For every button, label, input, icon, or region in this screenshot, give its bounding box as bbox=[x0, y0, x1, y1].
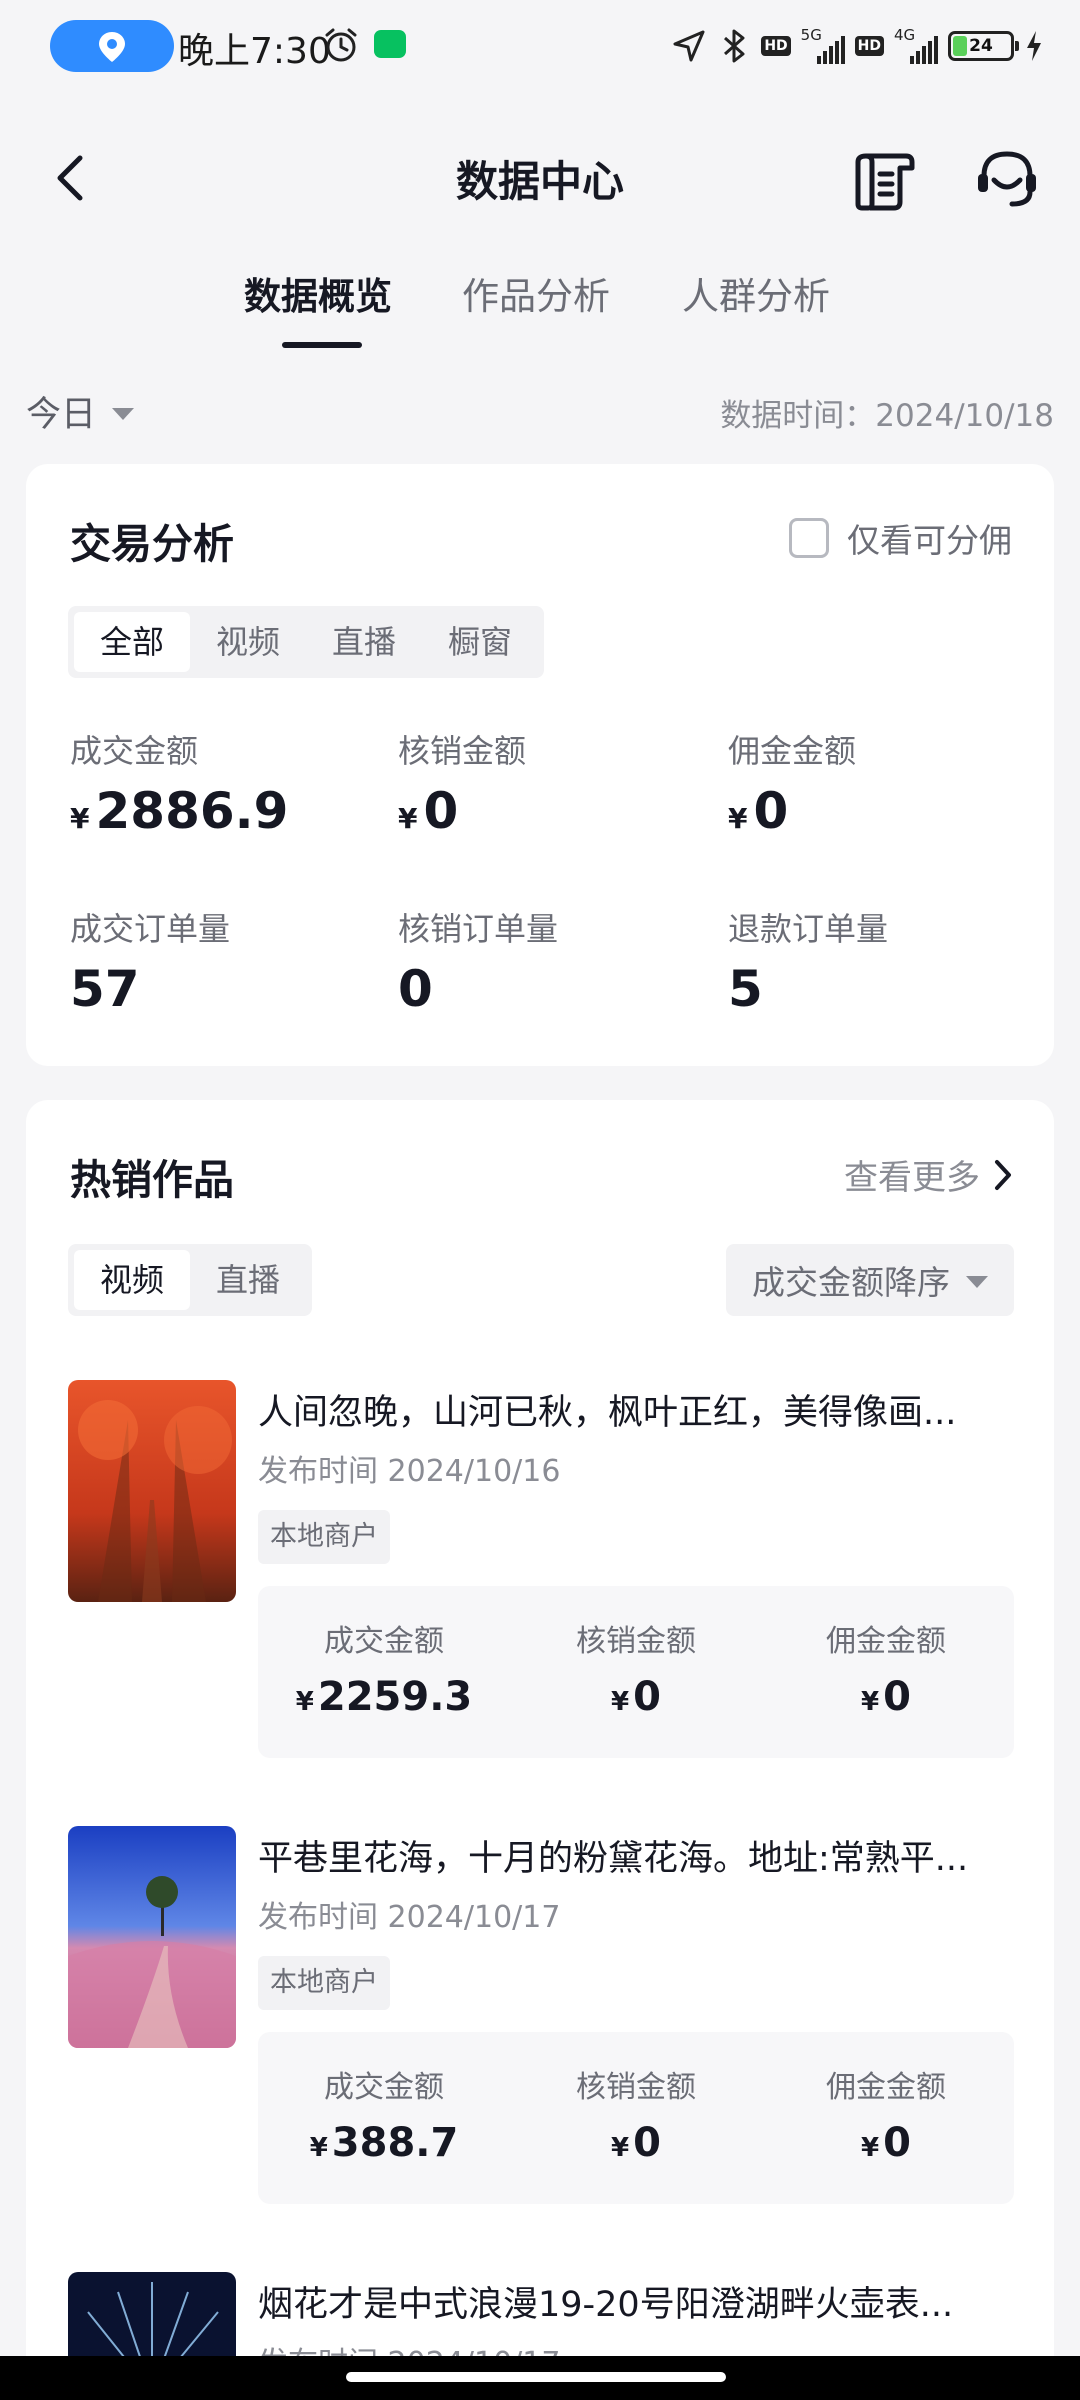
sort-label: 成交金额降序 bbox=[752, 1263, 950, 1302]
page-title: 数据中心 bbox=[455, 157, 624, 206]
location-pin-icon bbox=[99, 32, 125, 62]
wechat-icon bbox=[374, 30, 406, 58]
segment-video[interactable]: 视频 bbox=[190, 612, 306, 672]
segment-live[interactable]: 直播 bbox=[190, 1250, 306, 1310]
only-commission-label: 仅看可分佣 bbox=[847, 521, 1012, 560]
navigation-bar: 数据中心 bbox=[0, 130, 1080, 226]
segment-video[interactable]: 视频 bbox=[74, 1250, 191, 1310]
trade-analysis-card: 交易分析 仅看可分佣 全部 视频 直播 橱窗 成交金额 ¥2886.9 核销金额… bbox=[26, 464, 1054, 1066]
top-tabs: 数据概览 作品分析 人群分析 bbox=[0, 266, 1080, 356]
data-center-screen: 晚上7:30 HD 5G HD 4G 24 数据中心 数据概览 作品分析 人群分… bbox=[0, 0, 1080, 2400]
status-bar: 晚上7:30 HD 5G HD 4G 24 bbox=[0, 0, 1080, 92]
signal-5g-icon: 5G bbox=[801, 26, 845, 64]
scroll-list-icon[interactable] bbox=[852, 148, 916, 212]
maple-forest-thumbnail[interactable] bbox=[68, 1380, 236, 1602]
hd-badge-1: HD bbox=[761, 36, 791, 56]
stat-verified: 核销金额 ¥0 bbox=[576, 1624, 696, 1720]
work-title: 人间忽晚，山河已秋，枫叶正红，美得像画... bbox=[258, 1393, 957, 1433]
tab-audience-analysis[interactable]: 人群分析 bbox=[682, 266, 830, 320]
metric-verified-amount: 核销金额 ¥0 bbox=[398, 732, 527, 840]
charging-icon bbox=[1027, 31, 1041, 61]
stat-verified: 核销金额 ¥0 bbox=[576, 2070, 696, 2166]
status-indicators: HD 5G HD 4G 24 bbox=[671, 24, 1044, 68]
data-timestamp: 数据时间：2024/10/18 bbox=[720, 398, 1054, 434]
work-publish-date: 发布时间 2024/10/16 bbox=[258, 1454, 561, 1489]
chevron-down-icon bbox=[112, 407, 135, 420]
hot-works-title: 热销作品 bbox=[70, 1156, 234, 1204]
home-indicator[interactable] bbox=[346, 2372, 726, 2382]
work-tag: 本地商户 bbox=[258, 1510, 390, 1564]
stat-commission: 佣金金额 ¥0 bbox=[826, 1624, 946, 1720]
segment-all[interactable]: 全部 bbox=[74, 612, 191, 672]
bluetooth-icon bbox=[724, 29, 745, 63]
hot-works-segment: 视频 直播 bbox=[68, 1244, 313, 1316]
battery-level: 24 bbox=[969, 36, 993, 56]
period-dropdown[interactable]: 今日 bbox=[26, 386, 135, 437]
work-title: 烟花才是中式浪漫19-20号阳澄湖畔火壶表... bbox=[258, 2285, 954, 2325]
segment-live[interactable]: 直播 bbox=[306, 612, 422, 672]
location-indicator[interactable] bbox=[50, 20, 174, 72]
view-more-label: 查看更多 bbox=[844, 1158, 980, 1198]
tab-data-overview[interactable]: 数据概览 bbox=[244, 266, 392, 320]
work-stats: 成交金额 ¥388.7 核销金额 ¥0 佣金金额 ¥0 bbox=[258, 2032, 1014, 2204]
home-indicator-bar bbox=[0, 2356, 1080, 2400]
metric-gmv: 成交金额 ¥2886.9 bbox=[70, 732, 289, 840]
work-title: 平巷里花海，十月的粉黛花海。地址:常熟平... bbox=[258, 1839, 969, 1879]
tab-works-analysis[interactable]: 作品分析 bbox=[462, 266, 610, 320]
metric-commission-amount: 佣金金额 ¥0 bbox=[728, 732, 857, 840]
stat-gmv: 成交金额 ¥2259.3 bbox=[295, 1624, 473, 1720]
work-stats: 成交金额 ¥2259.3 核销金额 ¥0 佣金金额 ¥0 bbox=[258, 1586, 1014, 1758]
navigation-arrow-icon bbox=[673, 30, 705, 62]
segment-showcase[interactable]: 橱窗 bbox=[422, 612, 538, 672]
battery-icon: 24 bbox=[948, 31, 1019, 61]
only-commission-checkbox[interactable]: 仅看可分佣 bbox=[789, 514, 1012, 562]
work-publish-date: 发布时间 2024/10/17 bbox=[258, 1900, 561, 1935]
view-more-link[interactable]: 查看更多 bbox=[844, 1150, 1014, 1199]
chevron-right-icon bbox=[995, 1159, 1011, 1190]
trade-channel-segment: 全部 视频 直播 橱窗 bbox=[68, 606, 545, 678]
sort-dropdown[interactable]: 成交金额降序 bbox=[726, 1244, 1014, 1316]
checkbox-icon[interactable] bbox=[789, 518, 829, 558]
work-tag: 本地商户 bbox=[258, 1956, 390, 2010]
alarm-icon bbox=[325, 28, 357, 62]
stat-gmv: 成交金额 ¥388.7 bbox=[309, 2070, 459, 2166]
metric-verified-orders: 核销订单量 0 bbox=[398, 910, 559, 1018]
stat-commission: 佣金金额 ¥0 bbox=[826, 2070, 946, 2166]
signal-4g-icon: 4G bbox=[894, 26, 938, 64]
metric-order-count: 成交订单量 57 bbox=[70, 910, 231, 1018]
hot-works-card: 热销作品 查看更多 视频 直播 成交金额降序 人间忽晚，山河已秋，枫叶正红，美得… bbox=[26, 1100, 1054, 2400]
pink-grass-thumbnail[interactable] bbox=[68, 1826, 236, 2048]
hd-badge-2: HD bbox=[854, 36, 884, 56]
trade-analysis-title: 交易分析 bbox=[70, 520, 234, 568]
period-label: 今日 bbox=[26, 395, 97, 435]
status-time: 晚上7:30 bbox=[178, 31, 331, 72]
metric-refund-orders: 退款订单量 5 bbox=[728, 910, 889, 1018]
chevron-down-icon bbox=[966, 1276, 988, 1288]
tab-indicator bbox=[282, 342, 362, 348]
customer-service-icon[interactable] bbox=[974, 146, 1040, 212]
